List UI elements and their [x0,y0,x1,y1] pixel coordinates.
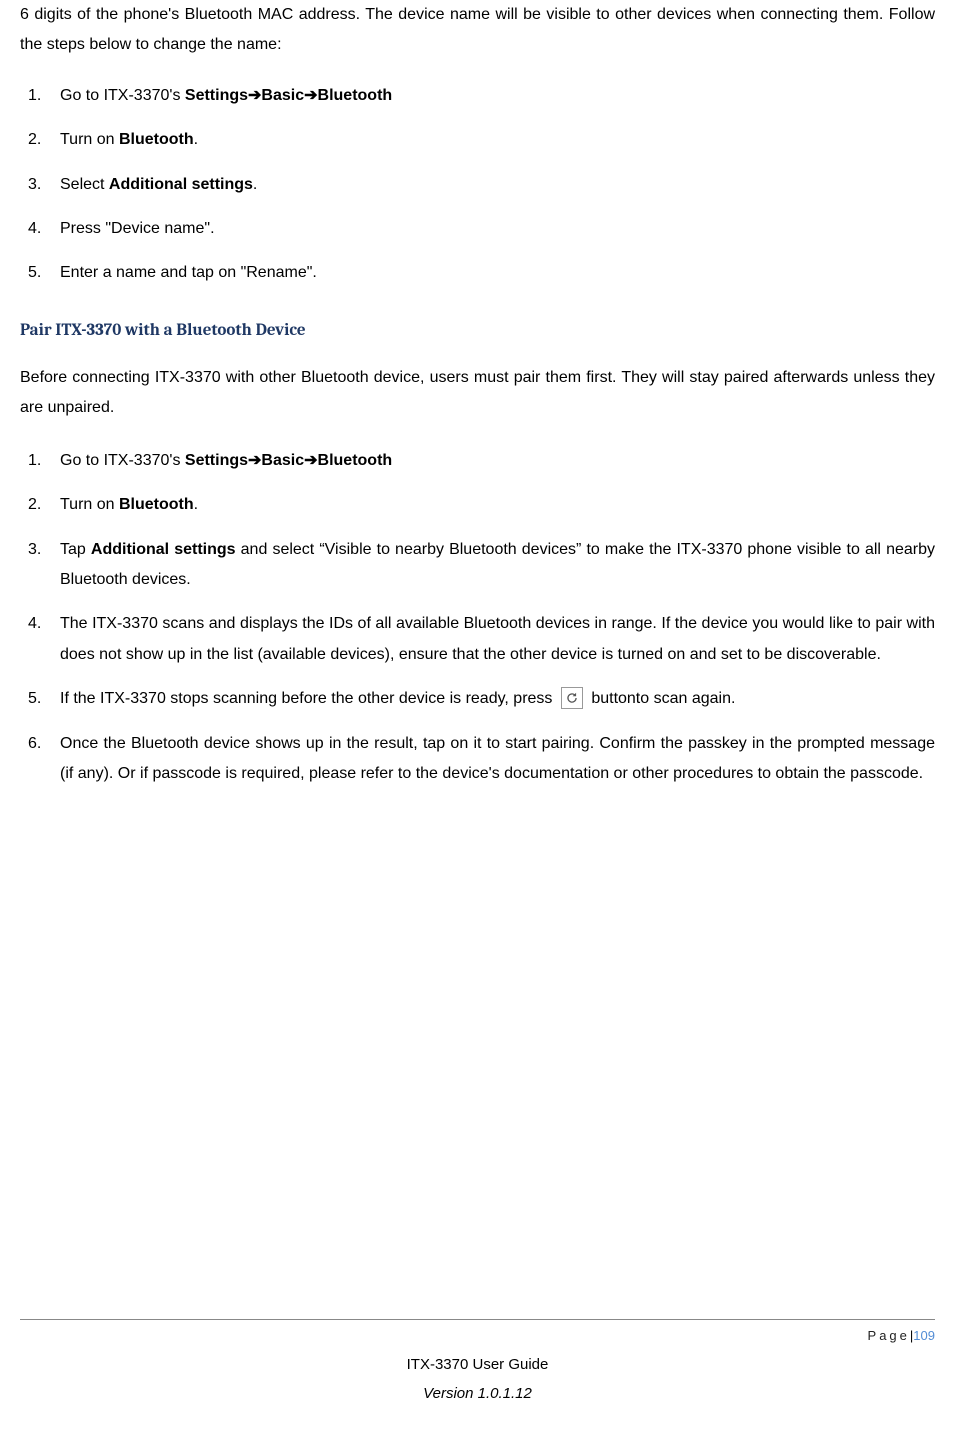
list-item: 5. Enter a name and tap on "Rename". [28,258,935,288]
text: Select [60,176,109,193]
footer-page-indicator: Page | 109 [20,1324,935,1349]
bold-text: Bluetooth [318,87,393,104]
item-body: Select Additional settings. [60,170,935,200]
item-body: Press "Device name". [60,214,935,244]
footer-version: Version 1.0.1.12 [20,1380,935,1409]
item-body: Enter a name and tap on "Rename". [60,258,935,288]
item-number: 4. [28,609,60,670]
list-item: 1. Go to ITX-3370's Settings➔Basic➔Bluet… [28,81,935,111]
bold-text: Additional settings [109,176,253,193]
text: Go to ITX-3370's [60,452,185,469]
item-number: 2. [28,490,60,520]
item-number: 1. [28,446,60,476]
bold-text: Bluetooth [119,131,194,148]
item-number: 1. [28,81,60,111]
bold-text: Settings [185,87,248,104]
arrow-icon: ➔ [248,452,261,469]
item-body: Turn on Bluetooth. [60,125,935,155]
intro-line1: 6 digits of the phone's Bluetooth MAC ad… [20,6,755,23]
steps-list-2: 1. Go to ITX-3370's Settings➔Basic➔Bluet… [28,446,935,790]
item-body: The ITX-3370 scans and displays the IDs … [60,609,935,670]
item-number: 5. [28,684,60,714]
list-item: 4. The ITX-3370 scans and displays the I… [28,609,935,670]
bold-text: Bluetooth [318,452,393,469]
item-body: Go to ITX-3370's Settings➔Basic➔Bluetoot… [60,81,935,111]
list-item: 2. Turn on Bluetooth. [28,125,935,155]
steps-list-1: 1. Go to ITX-3370's Settings➔Basic➔Bluet… [28,81,935,289]
text: Tap [60,541,91,558]
text: Turn on [60,131,119,148]
bold-text: Bluetooth [119,496,194,513]
arrow-icon: ➔ [248,87,261,104]
arrow-icon: ➔ [304,87,317,104]
text: Go to ITX-3370's [60,87,185,104]
text: Turn on [60,496,119,513]
arrow-icon: ➔ [304,452,317,469]
item-number: 6. [28,729,60,790]
footer-divider [20,1319,935,1320]
list-item: 6. Once the Bluetooth device shows up in… [28,729,935,790]
list-item: 1. Go to ITX-3370's Settings➔Basic➔Bluet… [28,446,935,476]
footer-title: ITX-3370 User Guide [20,1351,935,1380]
bold-text: Additional settings [91,541,236,558]
text: . [253,176,257,193]
pair-intro-paragraph: Before connecting ITX-3370 with other Bl… [20,363,935,424]
bold-text: Basic [261,452,304,469]
list-item: 3. Tap Additional settings and select “V… [28,535,935,596]
page-label: Page [868,1324,910,1349]
item-body: Go to ITX-3370's Settings➔Basic➔Bluetoot… [60,446,935,476]
intro-paragraph: 6 digits of the phone's Bluetooth MAC ad… [20,0,935,61]
text: buttonto scan again. [587,690,736,707]
list-item: 5. If the ITX-3370 stops scanning before… [28,684,935,714]
page-footer: Page | 109 ITX-3370 User Guide Version 1… [20,1319,935,1408]
item-body: Once the Bluetooth device shows up in th… [60,729,935,790]
item-number: 5. [28,258,60,288]
item-body: Turn on Bluetooth. [60,490,935,520]
item-number: 2. [28,125,60,155]
list-item: 4. Press "Device name". [28,214,935,244]
list-item: 3. Select Additional settings. [28,170,935,200]
item-number: 3. [28,535,60,596]
item-body: If the ITX-3370 stops scanning before th… [60,684,935,714]
page-number: 109 [913,1324,935,1349]
item-body: Tap Additional settings and select “Visi… [60,535,935,596]
item-number: 4. [28,214,60,244]
refresh-icon [561,687,583,709]
item-number: 3. [28,170,60,200]
text: If the ITX-3370 stops scanning before th… [60,690,557,707]
bold-text: Settings [185,452,248,469]
bold-text: Basic [261,87,304,104]
section-heading-pair: Pair ITX-3370 with a Bluetooth Device [20,315,935,347]
text: . [194,131,198,148]
list-item: 2. Turn on Bluetooth. [28,490,935,520]
text: . [194,496,198,513]
